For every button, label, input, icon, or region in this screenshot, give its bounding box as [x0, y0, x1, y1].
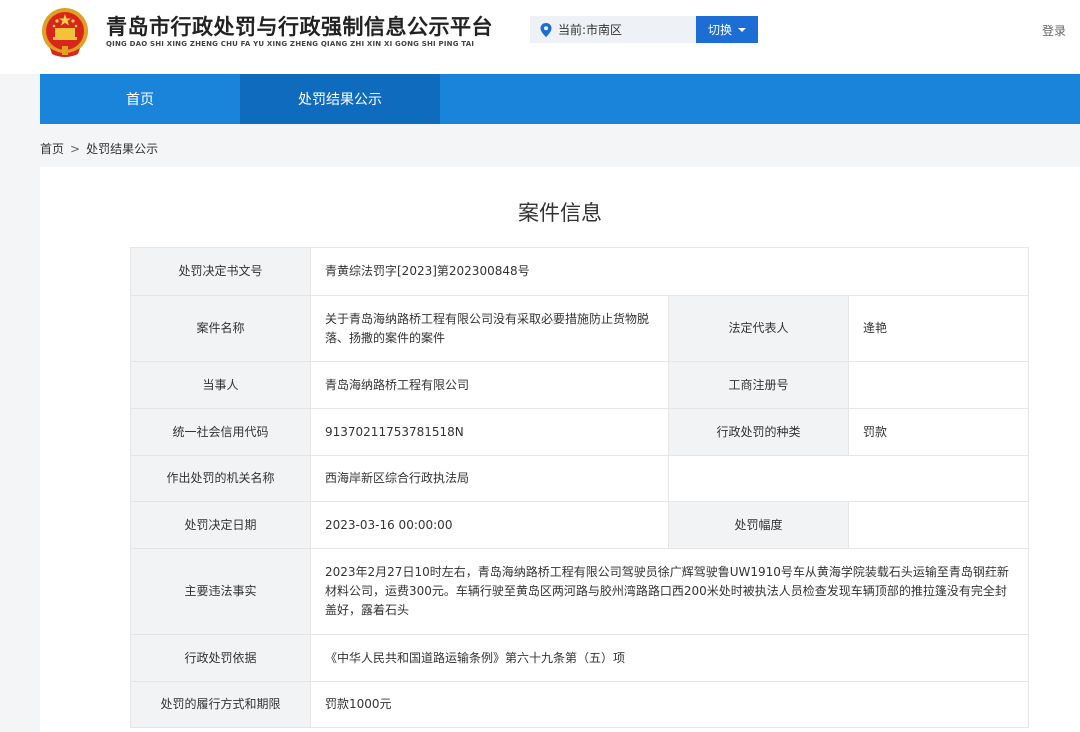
table-row: 行政处罚依据 《中华人民共和国道路运输条例》第六十九条第（五）项: [130, 634, 1029, 682]
caret-down-icon: [738, 27, 746, 32]
label-credit-code: 统一社会信用代码: [130, 408, 311, 456]
value-biz-reg: [848, 361, 1029, 409]
case-panel: 案件信息 处罚决定书文号 青黄综法罚字[2023]第202300848号 案件名…: [40, 167, 1080, 732]
location-display: 当前:市南区: [530, 16, 696, 43]
value-doc-no: 青黄综法罚字[2023]第202300848号: [310, 247, 1029, 296]
value-authority: 西海岸新区综合行政执法局: [310, 455, 669, 502]
case-title: 案件信息: [518, 201, 602, 225]
site-title: 青岛市行政处罚与行政强制信息公示平台: [106, 15, 493, 39]
value-party: 青岛海纳路桥工程有限公司: [310, 361, 669, 409]
table-row: 统一社会信用代码 91370211753781518N 行政处罚的种类 罚款: [130, 408, 1029, 456]
value-basis: 《中华人民共和国道路运输条例》第六十九条第（五）项: [310, 634, 1029, 682]
breadcrumb-home[interactable]: 首页: [40, 142, 64, 156]
label-date: 处罚决定日期: [130, 501, 311, 549]
value-penalty-type: 罚款: [848, 408, 1029, 456]
breadcrumb: 首页 > 处罚结果公示: [40, 140, 158, 157]
value-legal-rep: 逄艳: [848, 295, 1029, 362]
main-nav: 首页 处罚结果公示: [40, 74, 1080, 124]
table-row: 处罚决定书文号 青黄综法罚字[2023]第202300848号: [130, 247, 1029, 296]
value-facts: 2023年2月27日10时左右，青岛海纳路桥工程有限公司驾驶员徐广辉驾驶鲁UW1…: [310, 548, 1029, 635]
value-execution: 罚款1000元: [310, 681, 1029, 728]
label-party: 当事人: [130, 361, 311, 409]
location-text: 当前:市南区: [558, 23, 623, 37]
value-case-name: 关于青岛海纳路桥工程有限公司没有采取必要措施防止货物脱落、扬撒的案件的案件: [310, 295, 669, 362]
label-legal-rep: 法定代表人: [668, 295, 849, 362]
case-info-table: 处罚决定书文号 青黄综法罚字[2023]第202300848号 案件名称 关于青…: [130, 247, 1029, 728]
breadcrumb-current: 处罚结果公示: [86, 142, 159, 156]
value-range: [848, 501, 1029, 549]
label-execution: 处罚的履行方式和期限: [130, 681, 311, 728]
breadcrumb-separator: >: [70, 142, 81, 156]
label-case-name: 案件名称: [130, 295, 311, 362]
label-basis: 行政处罚依据: [130, 634, 311, 682]
label-range: 处罚幅度: [668, 501, 849, 549]
switch-location-button[interactable]: 切换: [696, 16, 758, 43]
label-authority: 作出处罚的机关名称: [130, 455, 311, 502]
nav-item-results[interactable]: 处罚结果公示: [240, 74, 440, 124]
table-row: 案件名称 关于青岛海纳路桥工程有限公司没有采取必要措施防止货物脱落、扬撒的案件的…: [130, 295, 1029, 362]
value-date: 2023-03-16 00:00:00: [310, 501, 669, 549]
emblem-icon: [42, 8, 88, 57]
table-row: 处罚决定日期 2023-03-16 00:00:00 处罚幅度: [130, 501, 1029, 549]
table-row: 主要违法事实 2023年2月27日10时左右，青岛海纳路桥工程有限公司驾驶员徐广…: [130, 548, 1029, 635]
login-link[interactable]: 登录: [1042, 22, 1066, 39]
label-biz-reg: 工商注册号: [668, 361, 849, 409]
value-credit-code: 91370211753781518N: [310, 408, 669, 456]
location-pin-icon: [540, 22, 552, 37]
nav-item-home[interactable]: 首页: [40, 74, 240, 124]
label-facts: 主要违法事实: [130, 548, 311, 635]
table-row: 处罚的履行方式和期限 罚款1000元: [130, 681, 1029, 728]
table-row: 当事人 青岛海纳路桥工程有限公司 工商注册号: [130, 361, 1029, 409]
label-penalty-type: 行政处罚的种类: [668, 408, 849, 456]
label-doc-no: 处罚决定书文号: [130, 247, 311, 296]
site-header: 青岛市行政处罚与行政强制信息公示平台 QING DAO SHI XING ZHE…: [0, 0, 1080, 74]
empty-cell: [668, 455, 1029, 502]
switch-label: 切换: [707, 23, 732, 37]
site-title-pinyin: QING DAO SHI XING ZHENG CHU FA YU XING Z…: [106, 40, 475, 48]
table-row: 作出处罚的机关名称 西海岸新区综合行政执法局: [130, 455, 1029, 502]
